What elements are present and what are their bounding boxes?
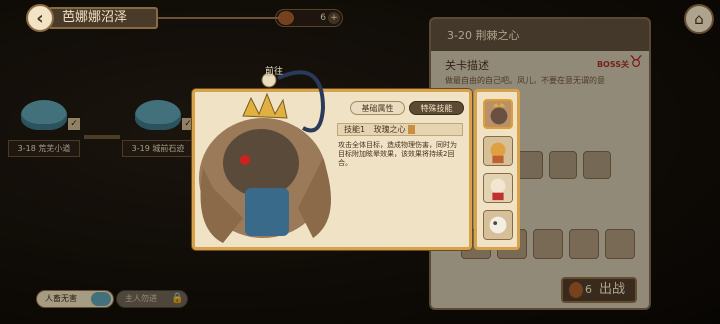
skill-name: 玫瑰之心: [373, 125, 406, 134]
skill-index: 技能1: [344, 125, 366, 134]
skill-header: 技能1 玫瑰之心: [337, 123, 463, 136]
portrait-warrior[interactable]: [483, 136, 513, 166]
back-button[interactable]: ‹: [26, 4, 54, 32]
area-title: 芭娜娜沼泽: [48, 7, 158, 29]
skill-type-icon: [408, 125, 416, 134]
back-arrow-icon: ‹: [36, 7, 44, 29]
info-tabs: 基础属性 特殊技能: [350, 101, 464, 115]
title-divider: [150, 17, 280, 19]
portrait-beast[interactable]: [483, 210, 513, 240]
skill-description: 攻击全体目标，造成物理伤害，同时为目标附加眩晕效果，该效果将持续2回合。: [338, 141, 457, 167]
tab-basic-attributes[interactable]: 基础属性: [350, 101, 405, 115]
boss-info-popup: 前往 基础属性 特殊技能 技能1 玫瑰之心 攻击全体目标，造成物理伤害，同时为目…: [192, 67, 472, 250]
portrait-boss[interactable]: [483, 99, 513, 129]
go-label[interactable]: 前往: [265, 64, 283, 77]
boss-portrait-list: [474, 89, 520, 250]
tab-special-skill[interactable]: 特殊技能: [409, 101, 464, 115]
portrait-priest[interactable]: [483, 173, 513, 203]
boss-character-art: [199, 70, 331, 243]
